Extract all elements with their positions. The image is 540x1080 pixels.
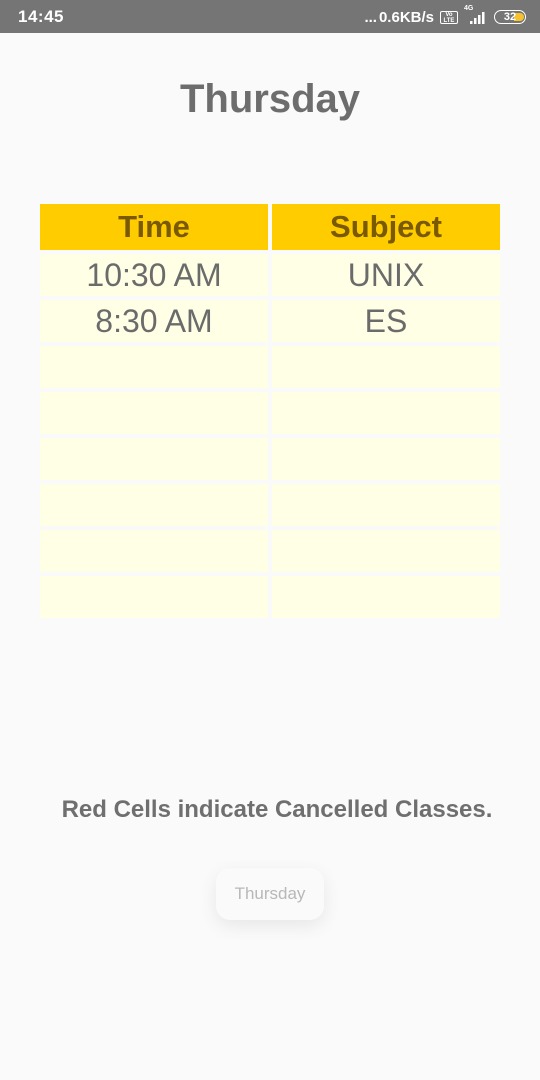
table-row	[40, 530, 500, 572]
time-cell[interactable]	[40, 576, 268, 618]
subject-cell[interactable]	[272, 392, 500, 434]
time-cell[interactable]	[40, 484, 268, 526]
status-time: 14:45	[18, 7, 64, 26]
table-header-row: Time Subject	[40, 204, 500, 250]
timetable: Time Subject 10:30 AM UNIX 8:30 AM ES	[36, 200, 504, 622]
time-cell[interactable]: 10:30 AM	[40, 254, 268, 296]
table-row: 8:30 AM ES	[40, 300, 500, 342]
signal-icon: 4G	[464, 5, 488, 25]
timetable-grid: Time Subject 10:30 AM UNIX 8:30 AM ES	[36, 200, 504, 622]
toast-message: Thursday	[216, 868, 324, 920]
subject-cell[interactable]: UNIX	[272, 254, 500, 296]
time-cell[interactable]	[40, 392, 268, 434]
header-time: Time	[40, 204, 268, 250]
subject-cell[interactable]	[272, 576, 500, 618]
subject-cell[interactable]	[272, 530, 500, 572]
battery-level: 32	[503, 11, 517, 23]
table-row: 10:30 AM UNIX	[40, 254, 500, 296]
time-cell[interactable]: 8:30 AM	[40, 300, 268, 342]
time-cell[interactable]	[40, 346, 268, 388]
subject-cell[interactable]: ES	[272, 300, 500, 342]
volte-icon: Vo LTE	[440, 10, 458, 24]
table-row	[40, 484, 500, 526]
header-subject: Subject	[272, 204, 500, 250]
more-notifications-icon: ...	[364, 8, 377, 26]
time-cell[interactable]	[40, 530, 268, 572]
network-type-label: 4G	[464, 5, 474, 12]
table-row	[40, 438, 500, 480]
table-row	[40, 346, 500, 388]
subject-cell[interactable]	[272, 484, 500, 526]
subject-cell[interactable]	[272, 438, 500, 480]
battery-icon: 32	[494, 10, 526, 24]
status-icons: ... 0.6KB/s Vo LTE 4G 32	[364, 5, 526, 28]
cancelled-legend-note: Red Cells indicate Cancelled Classes.	[61, 796, 493, 823]
subject-cell[interactable]	[272, 346, 500, 388]
status-bar: 14:45 ... 0.6KB/s Vo LTE 4G 32	[0, 0, 540, 33]
page-title: Thursday	[179, 77, 361, 121]
time-cell[interactable]	[40, 438, 268, 480]
table-row	[40, 392, 500, 434]
network-speed: 0.6KB/s	[378, 8, 434, 26]
table-row	[40, 576, 500, 618]
